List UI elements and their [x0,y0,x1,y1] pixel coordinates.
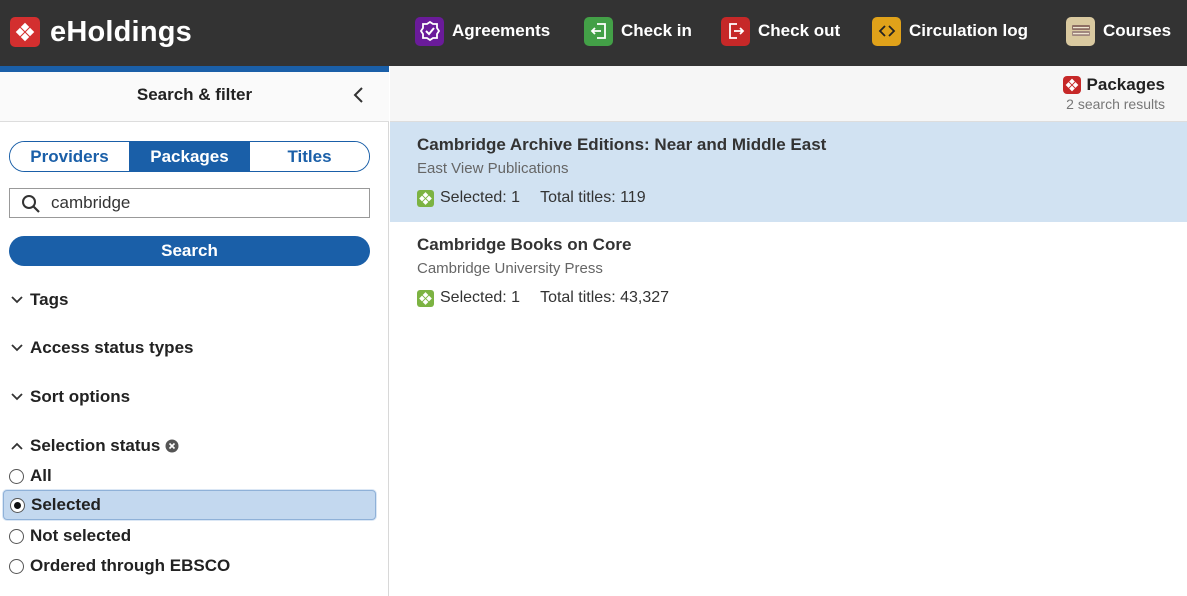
radio-label: Ordered through EBSCO [30,556,231,575]
app-brand[interactable]: eHoldings [10,16,192,48]
nav-label: Courses [1103,21,1172,40]
agreements-icon [415,16,444,46]
result-stats: Selected: 1 Total titles: 43,327 [417,289,669,307]
circulation-log-icon [872,16,901,46]
pane-title-text: Packages [1086,75,1165,94]
check-out-icon [721,16,750,46]
clear-filter-icon[interactable] [165,439,179,453]
nav-circulation-log[interactable]: Circulation log [872,15,1028,47]
radio-option-ordered-through-ebsco[interactable]: Ordered through EBSCO [3,551,376,581]
radio-option-selected[interactable]: Selected [3,490,376,520]
accordion-label: Sort options [30,387,131,406]
results-pane-title: Packages [1062,75,1165,95]
segment-providers[interactable]: Providers [10,142,130,171]
search-type-toggle: Providers Packages Titles [9,141,370,172]
radio-button[interactable] [9,528,24,544]
result-selected-count: Selected: 1 [440,289,521,306]
radio-label: All [30,466,52,485]
result-count: 2 search results [1066,96,1165,112]
chevron-down-icon [11,344,23,352]
result-item[interactable]: Cambridge Books on Core Cambridge Univer… [390,222,1187,322]
radio-label: Selected [31,495,101,514]
nav-check-in[interactable]: Check in [584,15,692,47]
selected-status-icon [417,289,434,307]
radio-option-all[interactable]: All [3,461,376,491]
eholdings-logo-icon [10,17,40,47]
accordion-label: Selection status [30,436,161,455]
result-provider: East View Publications [417,160,569,177]
accordion-access-status-types[interactable]: Access status types [10,336,193,360]
top-navigation-bar: eHoldings Agreements Check in Check out … [0,0,1187,66]
nav-agreements[interactable]: Agreements [415,15,550,47]
result-stats: Selected: 1 Total titles: 119 [417,189,646,207]
chevron-up-icon [11,442,23,450]
radio-button[interactable] [9,468,24,484]
check-in-icon [584,16,613,46]
nav-check-out[interactable]: Check out [721,15,840,47]
results-pane-header: Packages 2 search results [390,66,1187,122]
nav-courses[interactable]: Courses [1066,15,1171,47]
radio-button[interactable] [10,497,25,513]
selected-status-icon [417,189,434,207]
accordion-selection-status[interactable]: Selection status [10,434,179,458]
result-total-titles: Total titles: 119 [540,189,646,206]
search-button[interactable]: Search [9,236,370,266]
chevron-down-icon [11,393,23,401]
nav-label: Circulation log [909,21,1028,40]
nav-label: Check out [758,21,841,40]
radio-label: Not selected [30,526,132,545]
result-selected-count: Selected: 1 [440,189,521,206]
courses-icon [1066,16,1095,46]
chevron-down-icon [11,296,23,304]
search-filter-pane: Search & filter Providers Packages Title… [0,72,389,596]
nav-label: Check in [621,21,692,40]
filter-pane-header: Search & filter [0,72,389,122]
accordion-label: Access status types [30,338,194,357]
nav-label: Agreements [452,21,551,40]
radio-option-not-selected[interactable]: Not selected [3,521,376,551]
accordion-label: Tags [30,290,69,309]
app-title: eHoldings [50,15,192,48]
result-total-titles: Total titles: 43,327 [540,289,670,306]
result-provider: Cambridge University Press [417,260,603,277]
search-input[interactable] [51,189,361,217]
accordion-tags[interactable]: Tags [10,288,68,312]
chevron-left-icon [353,87,363,103]
result-title: Cambridge Books on Core [417,235,632,254]
collapse-pane-button[interactable] [349,84,369,106]
result-item[interactable]: Cambridge Archive Editions: Near and Mid… [390,122,1187,222]
segment-packages[interactable]: Packages [130,142,250,171]
package-icon [1062,76,1081,94]
segment-titles[interactable]: Titles [250,142,369,171]
filter-pane-title: Search & filter [136,85,253,104]
search-icon [22,195,40,213]
result-title: Cambridge Archive Editions: Near and Mid… [417,135,827,154]
search-field [9,188,370,218]
accordion-sort-options[interactable]: Sort options [10,385,130,409]
radio-button[interactable] [9,558,24,574]
